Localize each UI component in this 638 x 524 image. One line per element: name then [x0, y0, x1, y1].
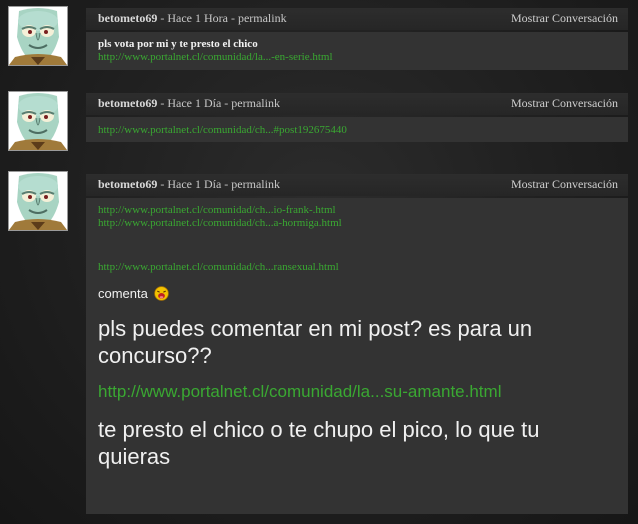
permalink-link[interactable]: permalink: [231, 96, 280, 110]
post-header: betometo69 - Hace 1 Hora - permalink Mos…: [86, 8, 628, 30]
permalink-link[interactable]: permalink: [238, 11, 287, 25]
post-meta: betometo69 - Hace 1 Día - permalink: [98, 96, 280, 111]
post-time: - Hace 1 Hora -: [157, 11, 238, 25]
laughing-smiley-icon: [153, 286, 169, 301]
author-link[interactable]: betometo69: [98, 96, 157, 110]
post-link[interactable]: http://www.portalnet.cl/comunidad/ch...#…: [98, 124, 347, 136]
post-body: pls vota por mi y te presto el chico htt…: [86, 32, 628, 70]
squidward-avatar-icon: [9, 92, 67, 150]
post-big-message: pls puedes comentar en mi post? es para …: [98, 316, 533, 368]
author-link[interactable]: betometo69: [98, 177, 157, 191]
post-link[interactable]: http://www.portalnet.cl/comunidad/ch...i…: [98, 204, 336, 216]
post-link[interactable]: http://www.portalnet.cl/comunidad/la...-…: [98, 51, 333, 63]
author-link[interactable]: betometo69: [98, 11, 157, 25]
post-header: betometo69 - Hace 1 Día - permalink Most…: [86, 174, 628, 196]
avatar[interactable]: [8, 171, 68, 231]
permalink-link[interactable]: permalink: [231, 177, 280, 191]
post-time: - Hace 1 Día -: [157, 96, 232, 110]
show-conversation-link[interactable]: Mostrar Conversación: [511, 96, 618, 111]
post-meta: betometo69 - Hace 1 Día - permalink: [98, 177, 280, 192]
post-body: http://www.portalnet.cl/comunidad/ch...#…: [86, 117, 628, 142]
post-link[interactable]: http://www.portalnet.cl/comunidad/ch...a…: [98, 217, 342, 229]
post-header: betometo69 - Hace 1 Día - permalink Most…: [86, 93, 628, 115]
post-link[interactable]: http://www.portalnet.cl/comunidad/ch...r…: [98, 261, 339, 273]
show-conversation-link[interactable]: Mostrar Conversación: [511, 177, 618, 192]
post-body: http://www.portalnet.cl/comunidad/ch...i…: [86, 198, 628, 514]
comment-text: comenta: [98, 286, 148, 301]
post-big-link[interactable]: http://www.portalnet.cl/comunidad/la...s…: [98, 382, 501, 401]
avatar[interactable]: [8, 91, 68, 151]
squidward-avatar-icon: [9, 7, 67, 65]
post-meta: betometo69 - Hace 1 Hora - permalink: [98, 11, 287, 26]
squidward-avatar-icon: [9, 172, 67, 230]
show-conversation-link[interactable]: Mostrar Conversación: [511, 11, 618, 26]
comment-line: comenta: [98, 286, 616, 301]
post-message: pls vota por mi y te presto el chico: [98, 38, 258, 50]
avatar[interactable]: [8, 6, 68, 66]
post-big-message: te presto el chico o te chupo el pico, l…: [98, 417, 540, 469]
post-time: - Hace 1 Día -: [157, 177, 232, 191]
